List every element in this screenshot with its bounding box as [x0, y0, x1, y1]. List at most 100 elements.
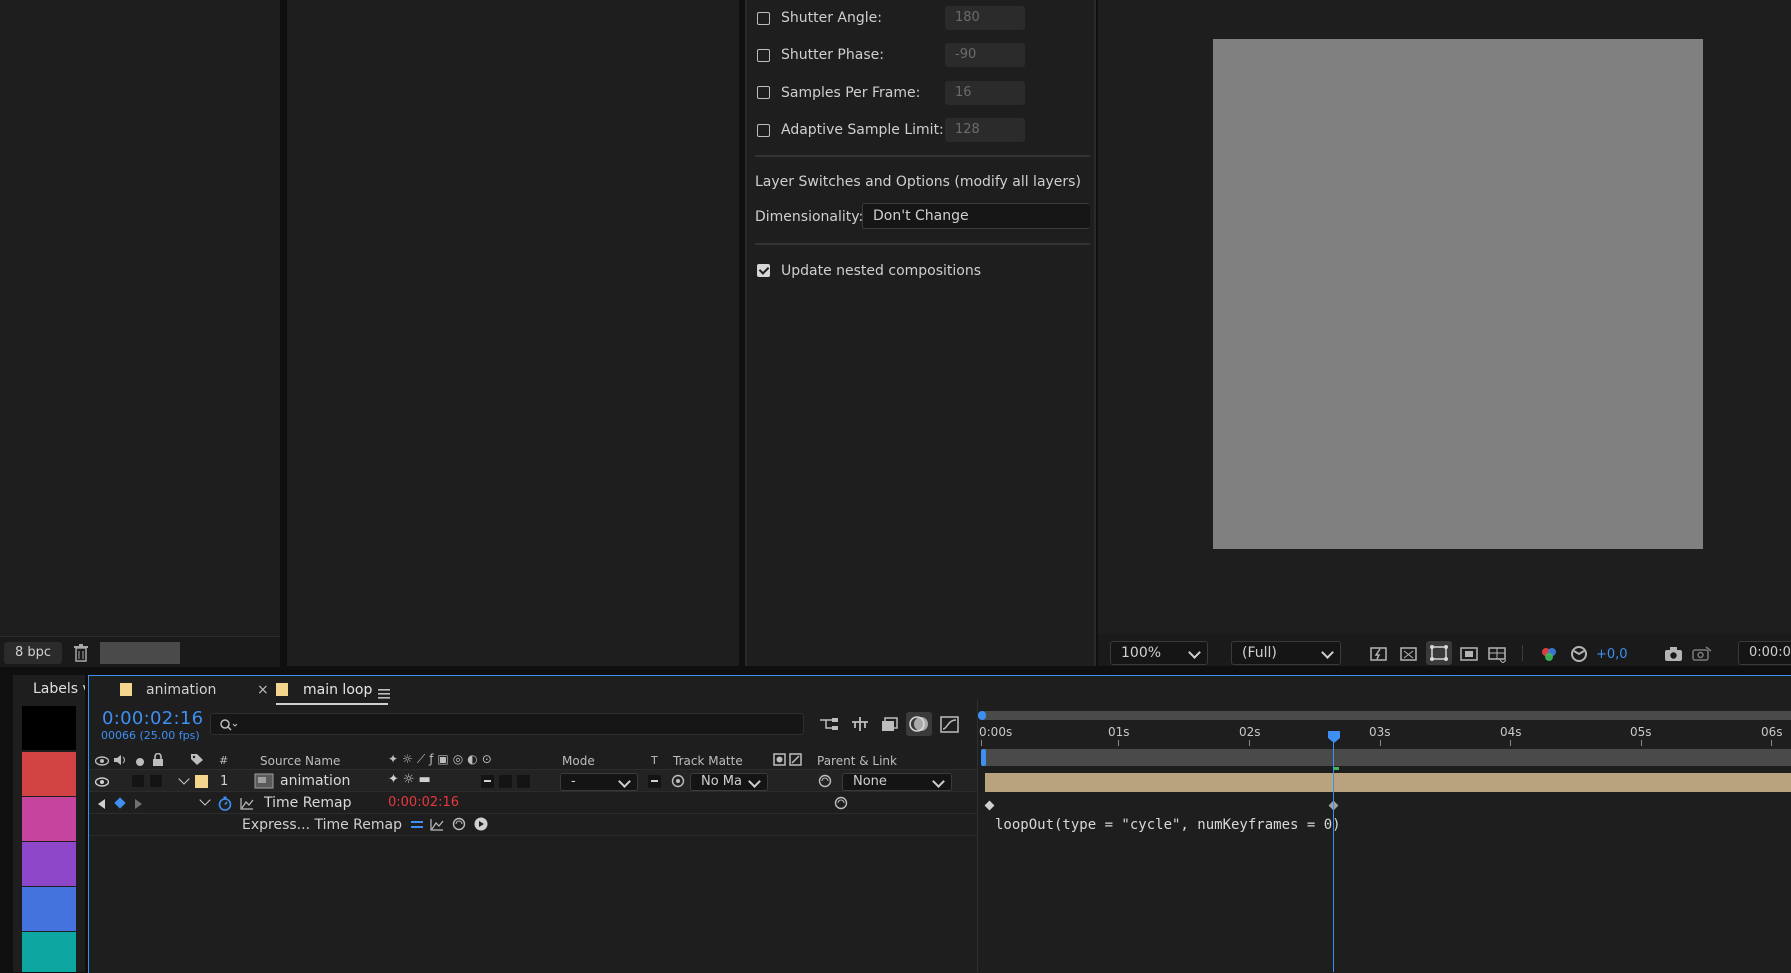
layer-search-input[interactable]: [210, 713, 804, 735]
expression-pickwhip-icon[interactable]: [452, 817, 466, 834]
expression-code[interactable]: loopOut(type = "cycle", numKeyframes = 0…: [995, 817, 1341, 833]
tab-close-icon[interactable]: ×: [257, 682, 269, 698]
toolbar-separator: [1522, 645, 1523, 661]
next-keyframe-icon[interactable]: [135, 799, 142, 809]
samples-per-frame-checkbox[interactable]: [757, 86, 770, 99]
label-swatch-purple[interactable]: [22, 842, 76, 886]
label-swatch-pink[interactable]: [22, 797, 76, 841]
work-area-start-handle[interactable]: [978, 711, 986, 720]
shutter-angle-input[interactable]: 180: [945, 6, 1025, 30]
update-nested-checkbox[interactable]: [757, 264, 770, 277]
preserve-transparency-toggle[interactable]: [648, 775, 661, 788]
time-remap-label[interactable]: Time Remap: [264, 795, 352, 811]
parent-dropdown[interactable]: None: [842, 773, 952, 791]
transparency-grid-icon[interactable]: [1400, 645, 1418, 666]
playhead-handle[interactable]: [1327, 729, 1341, 743]
layer-visibility-eye-icon[interactable]: [94, 776, 110, 790]
header-source-name[interactable]: Source Name: [260, 754, 340, 768]
graph-icon[interactable]: [240, 797, 254, 813]
header-parent-link: Parent & Link: [817, 754, 897, 768]
update-nested-label: Update nested compositions: [781, 263, 982, 279]
tab-animation[interactable]: animation: [118, 681, 258, 703]
layer-label-color[interactable]: [195, 775, 208, 788]
ruler-label: 05s: [1630, 725, 1652, 739]
hide-shy-layers-icon[interactable]: [880, 716, 900, 735]
work-area-bar[interactable]: [981, 711, 1791, 720]
chevron-down-icon: [1188, 646, 1201, 659]
color-channels-icon[interactable]: [1540, 645, 1558, 666]
expression-language-menu-icon[interactable]: [474, 817, 488, 834]
header-t: T: [651, 754, 658, 767]
lock-toggle[interactable]: [150, 775, 162, 787]
header-number: #: [219, 754, 229, 767]
layer-switches-section-title: Layer Switches and Options (modify all l…: [755, 174, 1081, 190]
comp-duration-bar: [985, 749, 1791, 766]
tab-label: main loop: [303, 682, 373, 698]
layer-duration-bar[interactable]: [985, 773, 1791, 792]
time-remap-value[interactable]: 0:00:02:16: [388, 795, 459, 810]
layer-mode-value: -: [571, 774, 576, 789]
stopwatch-icon[interactable]: [218, 796, 232, 814]
snapshot-camera-icon[interactable]: [1664, 645, 1684, 666]
layer-switches[interactable]: ✦☼▬: [388, 772, 435, 787]
label-swatch-blue[interactable]: [22, 887, 76, 931]
ruler-label: 0:00s: [979, 725, 1013, 739]
current-time-display[interactable]: 0:00:02:16: [102, 708, 203, 729]
switch-effects[interactable]: [517, 775, 530, 788]
shutter-phase-input[interactable]: -90: [945, 43, 1025, 67]
playhead-line: [1333, 736, 1334, 972]
shutter-phase-label: Shutter Phase:: [781, 47, 884, 63]
expression-label: Express... Time Remap: [242, 817, 402, 833]
bpc-button[interactable]: 8 bpc: [4, 642, 62, 664]
trash-icon[interactable]: [74, 644, 88, 662]
switch-boxes[interactable]: [481, 775, 541, 788]
color-preview-swatch[interactable]: [100, 642, 180, 664]
label-swatch-red[interactable]: [22, 752, 76, 796]
property-pickwhip-icon[interactable]: [834, 796, 848, 813]
layer-name[interactable]: animation: [280, 773, 350, 789]
composition-flowchart-icon[interactable]: [818, 716, 840, 735]
zoom-dropdown[interactable]: 100%: [1110, 641, 1208, 665]
tab-main-loop[interactable]: main loop: [276, 681, 388, 705]
viewer-timecode[interactable]: 0:00:02: [1738, 641, 1791, 665]
prev-keyframe-icon[interactable]: [98, 799, 105, 809]
panel-menu-icon[interactable]: [378, 685, 390, 704]
chevron-down-icon: [1321, 646, 1334, 659]
expression-enable-icon[interactable]: [410, 819, 424, 834]
track-matte-dropdown[interactable]: No Ma: [690, 773, 768, 791]
draft-3d-icon[interactable]: [850, 716, 870, 735]
matte-pickwhip-icon[interactable]: [671, 774, 685, 791]
layer-mode-dropdown[interactable]: -: [560, 773, 638, 791]
adaptive-sample-limit-checkbox[interactable]: [757, 124, 770, 137]
comp-start-handle[interactable]: [981, 749, 986, 766]
labels-panel-title[interactable]: Labels v: [33, 681, 85, 697]
switch-collapse[interactable]: [481, 775, 494, 788]
fast-previews-icon[interactable]: [1370, 645, 1388, 666]
resolution-dropdown[interactable]: (Full): [1231, 641, 1341, 665]
chevron-down-icon: [748, 775, 761, 788]
adaptive-sample-limit-input[interactable]: 128: [945, 118, 1025, 142]
shutter-angle-checkbox[interactable]: [757, 12, 770, 25]
label-swatch-teal[interactable]: [22, 932, 76, 972]
solo-toggle[interactable]: [132, 775, 144, 787]
graph-editor-icon[interactable]: [940, 716, 960, 737]
exposure-value[interactable]: +0,0: [1596, 647, 1628, 662]
reset-exposure-icon[interactable]: [1570, 645, 1588, 666]
switch-quality[interactable]: [499, 775, 512, 788]
shutter-phase-checkbox[interactable]: [757, 49, 770, 62]
solo-icon: [135, 756, 145, 770]
speaker-icon: [113, 754, 127, 769]
expression-graph-icon[interactable]: [430, 818, 444, 834]
mask-visibility-icon[interactable]: [1426, 641, 1452, 665]
grid-guides-icon[interactable]: [1488, 645, 1508, 666]
samples-per-frame-input[interactable]: 16: [945, 81, 1025, 105]
dimensionality-dropdown[interactable]: Don't Change: [862, 203, 1090, 229]
frame-blending-icon[interactable]: [906, 712, 932, 736]
label-tag-icon: [190, 753, 204, 769]
label-swatch-black[interactable]: [22, 706, 76, 750]
ruler-label: 03s: [1369, 725, 1391, 739]
parent-pickwhip-icon[interactable]: [818, 774, 832, 791]
region-of-interest-icon[interactable]: [1460, 645, 1478, 666]
composition-canvas[interactable]: [1213, 39, 1703, 549]
show-snapshot-icon[interactable]: [1692, 645, 1712, 666]
